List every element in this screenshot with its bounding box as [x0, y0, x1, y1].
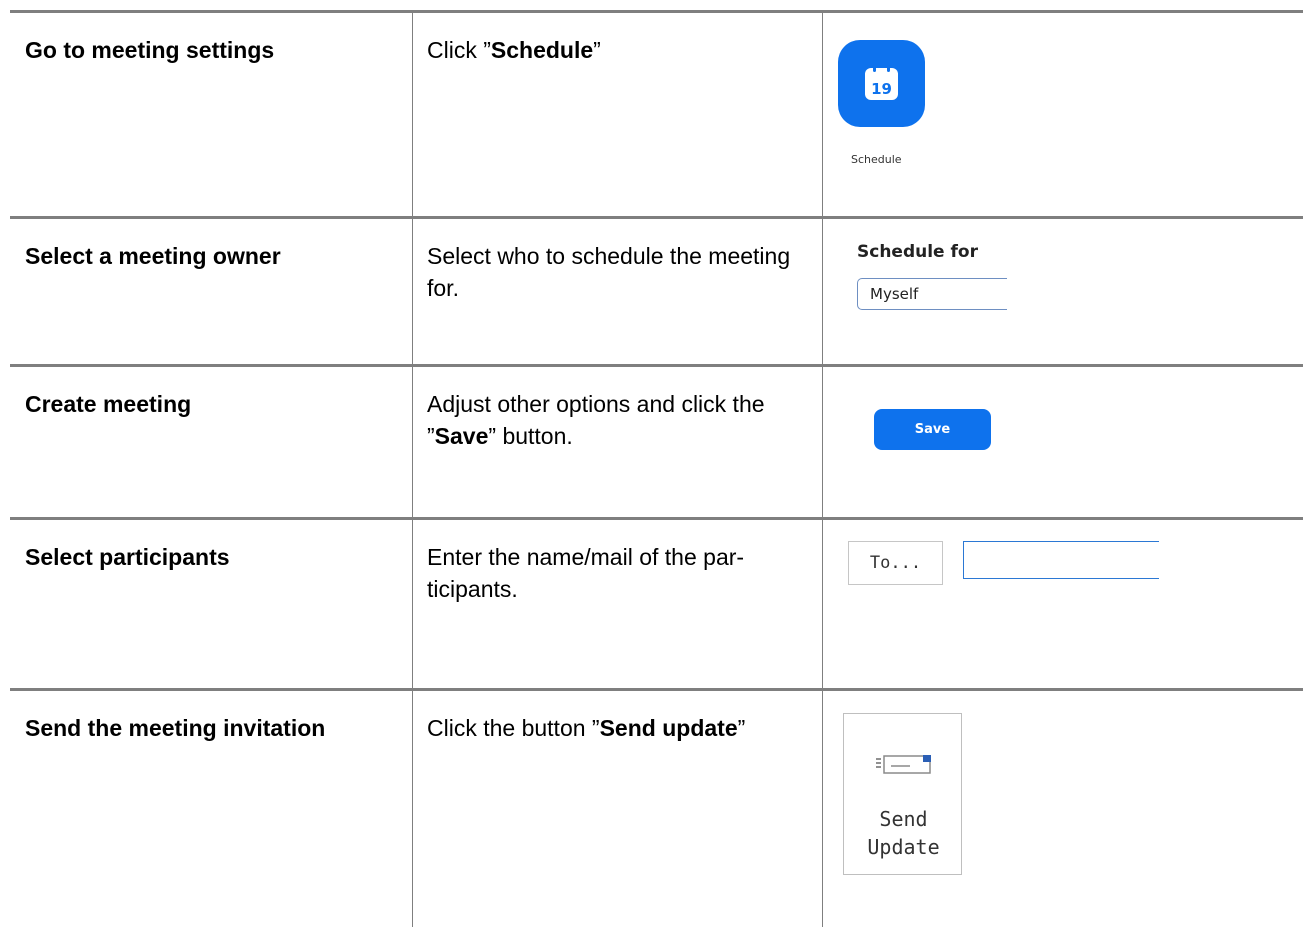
schedule-for-label: Schedule for: [857, 242, 978, 262]
table-row: Select a meeting owner Select who to sch…: [10, 216, 1303, 366]
step-title: Send the meeting invitation: [25, 715, 326, 741]
step-description: Adjust other options and click the ”Save…: [427, 388, 797, 452]
schedule-caption: Schedule: [851, 153, 902, 166]
send-update-line2: Update: [867, 835, 940, 859]
step-cell: Send the meeting invitation: [25, 691, 325, 927]
step-title: Create meeting: [25, 391, 192, 417]
description-cell: Adjust other options and click the ”Save…: [427, 367, 797, 519]
table-row: Go to meeting settings Click ”Schedule”: [10, 10, 1303, 218]
column-divider: [822, 12, 823, 927]
step-description: Click ”Schedule”: [427, 34, 797, 66]
description-text: ” button.: [488, 423, 573, 449]
step-title: Select participants: [25, 544, 230, 570]
calendar-icon: 19: [865, 64, 898, 100]
description-bold: Schedule: [490, 37, 594, 63]
step-description: Enter the name/mail of the par-ticipants…: [427, 544, 745, 602]
send-update-line1: Send: [879, 807, 928, 831]
step-cell: Create meeting: [25, 367, 191, 519]
description-cell: Select who to schedule the meeting for.: [427, 219, 797, 366]
step-cell: Select a meeting owner: [25, 219, 281, 366]
step-description: Click the button ”Send update”: [427, 712, 797, 744]
envelope-send-icon: [876, 755, 931, 774]
table-row: Send the meeting invitation Click the bu…: [10, 688, 1303, 927]
save-button[interactable]: Save: [874, 409, 991, 450]
description-bold: Save: [434, 423, 489, 449]
description-cell: Click ”Schedule”: [427, 13, 797, 218]
step-title: Go to meeting settings: [25, 37, 275, 63]
description-cell: Click the button ”Send update”: [427, 691, 797, 927]
calendar-day-number: 19: [871, 79, 892, 98]
step-cell: Go to meeting settings: [25, 13, 274, 218]
description-text: Click the button ”: [427, 715, 600, 741]
description-bold: Send update: [599, 715, 738, 741]
description-text: ”: [737, 715, 746, 741]
step-cell: Select participants: [25, 520, 230, 691]
table-row: Create meeting Adjust other options and …: [10, 364, 1303, 519]
schedule-button[interactable]: 19: [838, 40, 925, 127]
send-update-label: Send Update: [844, 805, 963, 861]
step-description: Select who to schedule the meeting for.: [427, 243, 791, 301]
description-text: Click ”: [427, 37, 491, 63]
to-button[interactable]: To...: [848, 541, 943, 585]
description-cell: Enter the name/mail of the par-ticipants…: [427, 520, 797, 691]
description-text: ”: [593, 37, 601, 63]
step-title: Select a meeting owner: [25, 243, 281, 269]
send-update-button[interactable]: Send Update: [843, 713, 962, 875]
schedule-for-select[interactable]: Myself: [857, 278, 1007, 310]
column-divider: [412, 12, 413, 927]
recipients-input[interactable]: [963, 541, 1159, 579]
